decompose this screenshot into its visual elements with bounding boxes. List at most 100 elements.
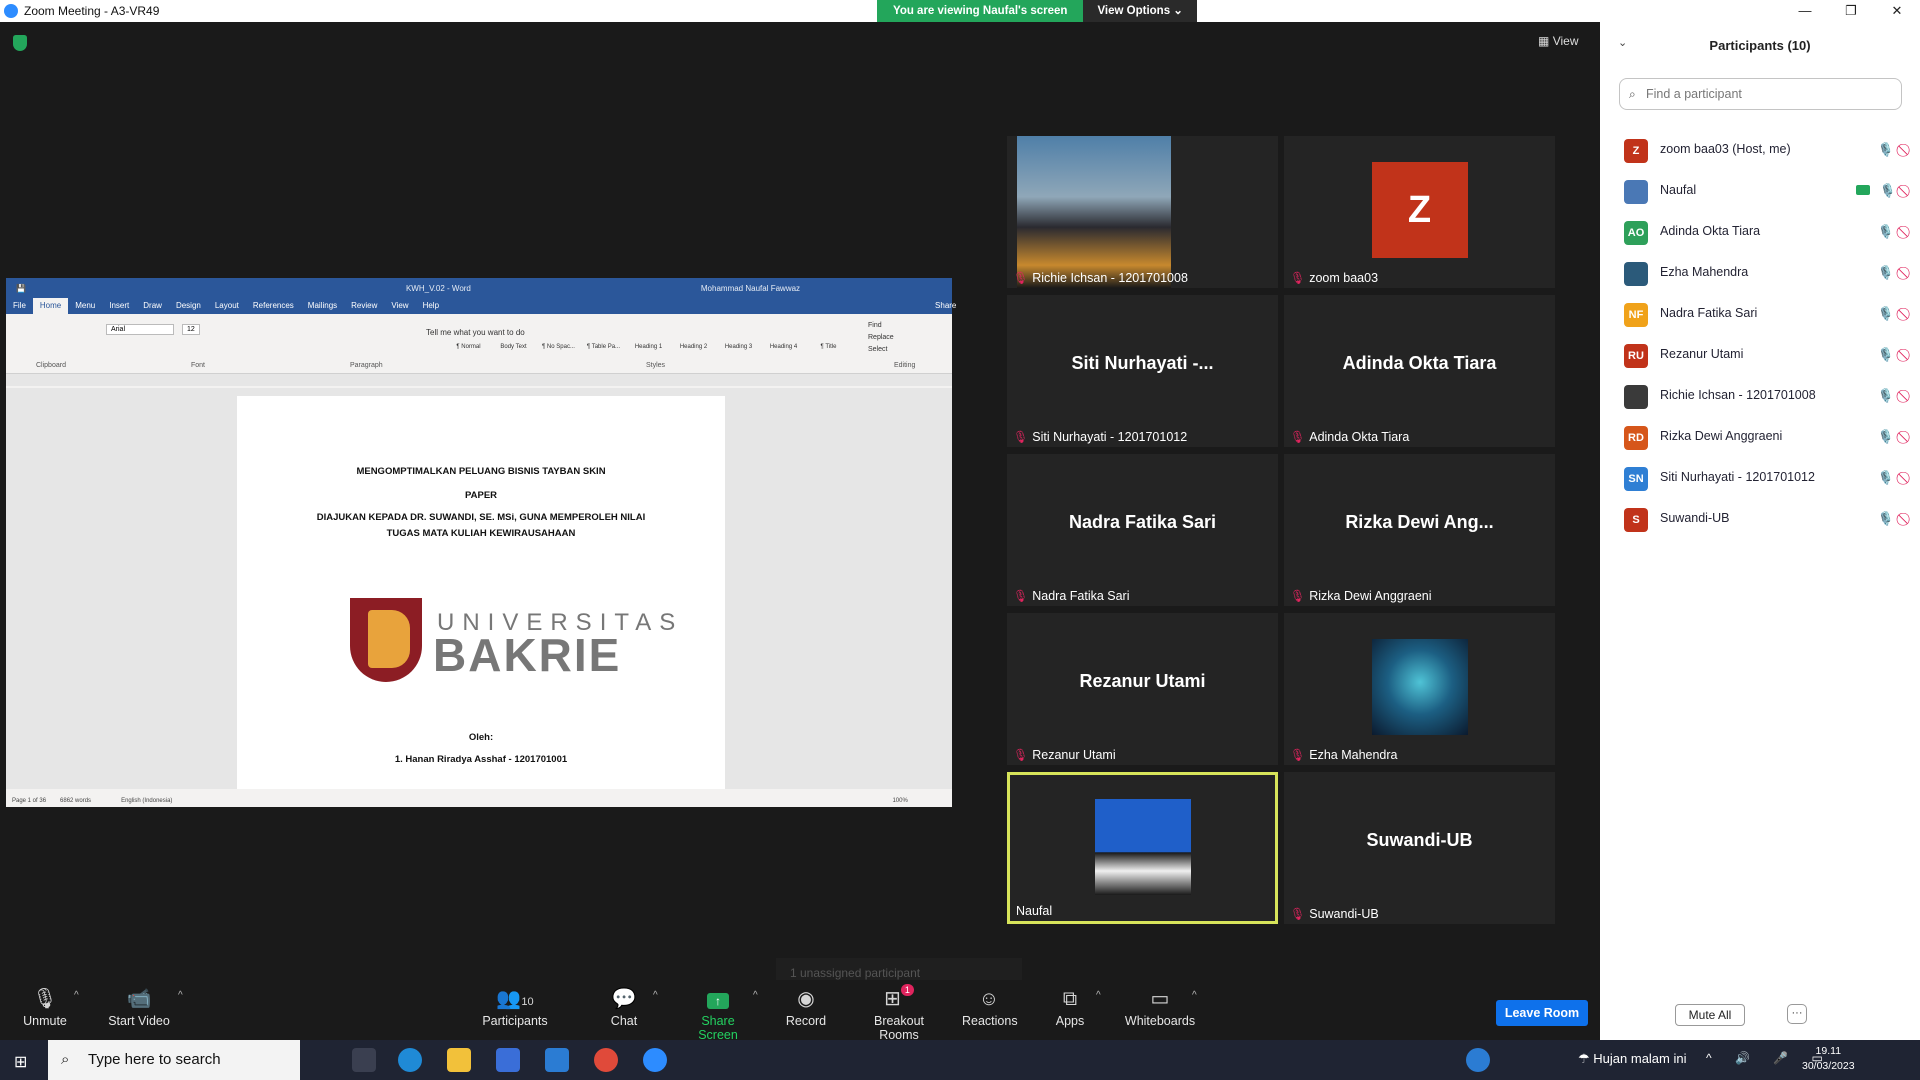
word-tab[interactable]: Mailings: [301, 298, 344, 314]
weather-widget[interactable]: ☂ Hujan malam ini: [1578, 1051, 1686, 1067]
word-tab[interactable]: Draw: [136, 298, 169, 314]
video-tile[interactable]: Adinda Okta Tiara 🎙 Adinda Okta Tiara: [1284, 295, 1555, 447]
participant-row[interactable]: AO Adinda Okta Tiara 🎙⃠: [1600, 212, 1920, 253]
word-share-button[interactable]: Share: [928, 298, 963, 314]
tile-name: Nadra Fatika Sari: [1032, 589, 1130, 603]
participant-name: Rezanur Utami: [1660, 347, 1744, 361]
mute-all-button[interactable]: Mute All: [1675, 1004, 1745, 1026]
mic-muted-icon: 🎙: [1877, 306, 1894, 321]
participant-row[interactable]: Naufal 🎙⃠: [1600, 171, 1920, 212]
task-view-icon[interactable]: [352, 1048, 376, 1072]
participant-row[interactable]: SN Siti Nurhayati - 1201701012 🎙⃠: [1600, 458, 1920, 499]
participant-row[interactable]: RD Rizka Dewi Anggraeni 🎙⃠: [1600, 417, 1920, 458]
taskbar-search[interactable]: ⌕ Type here to search: [48, 1040, 300, 1080]
chat-label: Chat: [610, 1014, 638, 1028]
style-item[interactable]: ¶ Table Pa...: [581, 320, 626, 354]
chrome-icon[interactable]: [594, 1048, 618, 1072]
video-tile[interactable]: Rezanur Utami 🎙 Rezanur Utami: [1007, 613, 1278, 765]
style-item[interactable]: ¶ Title: [806, 320, 851, 354]
mail-icon[interactable]: [545, 1048, 569, 1072]
participant-row[interactable]: Richie Ichsan - 1201701008 🎙⃠: [1600, 376, 1920, 417]
chevron-up-icon[interactable]: ^: [74, 990, 79, 1001]
video-tile[interactable]: 🎙 Ezha Mahendra: [1284, 613, 1555, 765]
unmute-button[interactable]: 🎙 Unmute ^: [20, 984, 79, 1028]
style-item[interactable]: ¶ No Spac...: [536, 320, 581, 354]
apps-icon: ⧉: [1062, 988, 1078, 1010]
video-tile[interactable]: Nadra Fatika Sari 🎙 Nadra Fatika Sari: [1007, 454, 1278, 606]
word-tab[interactable]: Review: [344, 298, 384, 314]
help-icon[interactable]: [1466, 1048, 1490, 1072]
breakout-rooms-button[interactable]: ⊞ 1 Breakout Rooms: [854, 984, 944, 1042]
reactions-button[interactable]: ☺ Reactions: [962, 984, 1018, 1028]
share-screen-button[interactable]: ↑ Share Screen ^: [681, 984, 758, 1042]
restore-icon[interactable]: ❐: [1828, 0, 1874, 22]
security-shield-icon[interactable]: [13, 35, 27, 51]
editing-item[interactable]: Replace: [868, 332, 894, 344]
chat-button[interactable]: 💬 Chat ^: [605, 984, 658, 1028]
word-tab[interactable]: Help: [416, 298, 446, 314]
editing-item[interactable]: Find: [868, 320, 894, 332]
word-tab[interactable]: File: [6, 298, 33, 314]
chevron-up-icon[interactable]: ^: [753, 990, 758, 1001]
style-item[interactable]: Body Text: [491, 320, 536, 354]
participant-row[interactable]: Zzoom baa03 (Host, me) 🎙⃠: [1600, 130, 1920, 171]
chevron-up-icon[interactable]: ^: [653, 990, 658, 1001]
leave-room-button[interactable]: Leave Room: [1496, 1000, 1588, 1026]
windows-start-icon[interactable]: ⊞: [14, 1052, 27, 1072]
video-tile[interactable]: Suwandi-UB 🎙 Suwandi-UB: [1284, 772, 1555, 924]
word-tab[interactable]: Menu: [68, 298, 102, 314]
style-item[interactable]: ¶ Normal: [446, 320, 491, 354]
video-tile[interactable]: Naufal: [1007, 772, 1278, 924]
participant-row[interactable]: NF Nadra Fatika Sari 🎙⃠: [1600, 294, 1920, 335]
word-tab[interactable]: Design: [169, 298, 208, 314]
style-item[interactable]: Heading 4: [761, 320, 806, 354]
apps-button[interactable]: ⧉ Apps ^: [1054, 984, 1101, 1028]
video-tile[interactable]: Rizka Dewi Ang... 🎙 Rizka Dewi Anggraeni: [1284, 454, 1555, 606]
more-options-button[interactable]: ···: [1787, 1004, 1807, 1024]
edge-icon[interactable]: [398, 1048, 422, 1072]
font-size-box: 12: [182, 324, 200, 335]
record-icon: ◉: [797, 988, 815, 1010]
editing-item[interactable]: Select: [868, 344, 894, 356]
participant-row[interactable]: RU Rezanur Utami 🎙⃠: [1600, 335, 1920, 376]
video-tile[interactable]: Z 🎙 zoom baa03: [1284, 136, 1555, 288]
save-icon: 💾: [16, 283, 26, 293]
video-tile[interactable]: Siti Nurhayati -... 🎙 Siti Nurhayati - 120…: [1007, 295, 1278, 447]
mic-muted-icon: 🎙: [1877, 511, 1894, 526]
word-tab[interactable]: Insert: [102, 298, 136, 314]
word-tab[interactable]: Home: [32, 298, 69, 314]
style-item[interactable]: Heading 3: [716, 320, 761, 354]
record-button[interactable]: ◉ Record: [785, 984, 827, 1028]
chevron-up-icon[interactable]: ^: [1096, 990, 1101, 1001]
participant-name-large: Siti Nurhayati -...: [1071, 353, 1214, 373]
tile-name: zoom baa03: [1309, 271, 1379, 285]
word-title: KWH_V.02 - Word: [405, 283, 471, 293]
zoom-taskbar-icon[interactable]: [643, 1048, 667, 1072]
chevron-up-icon[interactable]: ^: [1192, 990, 1197, 1001]
file-explorer-icon[interactable]: [447, 1048, 471, 1072]
word-tab[interactable]: References: [246, 298, 301, 314]
minimize-icon[interactable]: —: [1782, 0, 1828, 22]
view-button[interactable]: ▦ View: [1538, 34, 1578, 48]
clock[interactable]: 19.11 30/03/2023: [1802, 1044, 1855, 1074]
word-tab[interactable]: View: [384, 298, 415, 314]
clock-time: 19.11: [1815, 1045, 1842, 1057]
chevron-up-icon[interactable]: ^: [178, 990, 183, 1001]
style-item[interactable]: Heading 1: [626, 320, 671, 354]
style-item[interactable]: Heading 2: [671, 320, 716, 354]
participant-row[interactable]: S Suwandi-UB 🎙⃠: [1600, 499, 1920, 540]
store-icon[interactable]: [496, 1048, 520, 1072]
participant-search-input[interactable]: ⌕ Find a participant: [1619, 78, 1902, 110]
participant-row[interactable]: Ezha Mahendra 🎙⃠: [1600, 253, 1920, 294]
video-tile[interactable]: 🎙 Richie Ichsan - 1201701008: [1007, 136, 1278, 288]
tile-caption: 🎙 Nadra Fatika Sari: [1013, 589, 1130, 603]
participants-button[interactable]: 👥10 Participants: [481, 984, 549, 1028]
whiteboards-button[interactable]: ▭ Whiteboards ^: [1124, 984, 1197, 1028]
mic-muted-icon: 🎙: [1877, 429, 1894, 444]
page-count: Page 1 of 36: [12, 797, 47, 804]
close-icon[interactable]: ✕: [1874, 0, 1920, 22]
start-video-button[interactable]: 📹 Start Video ^: [104, 984, 183, 1028]
word-tab[interactable]: Layout: [208, 298, 246, 314]
font-name-box: Arial: [106, 324, 174, 335]
view-options-button[interactable]: View Options ⌄: [1083, 0, 1197, 22]
